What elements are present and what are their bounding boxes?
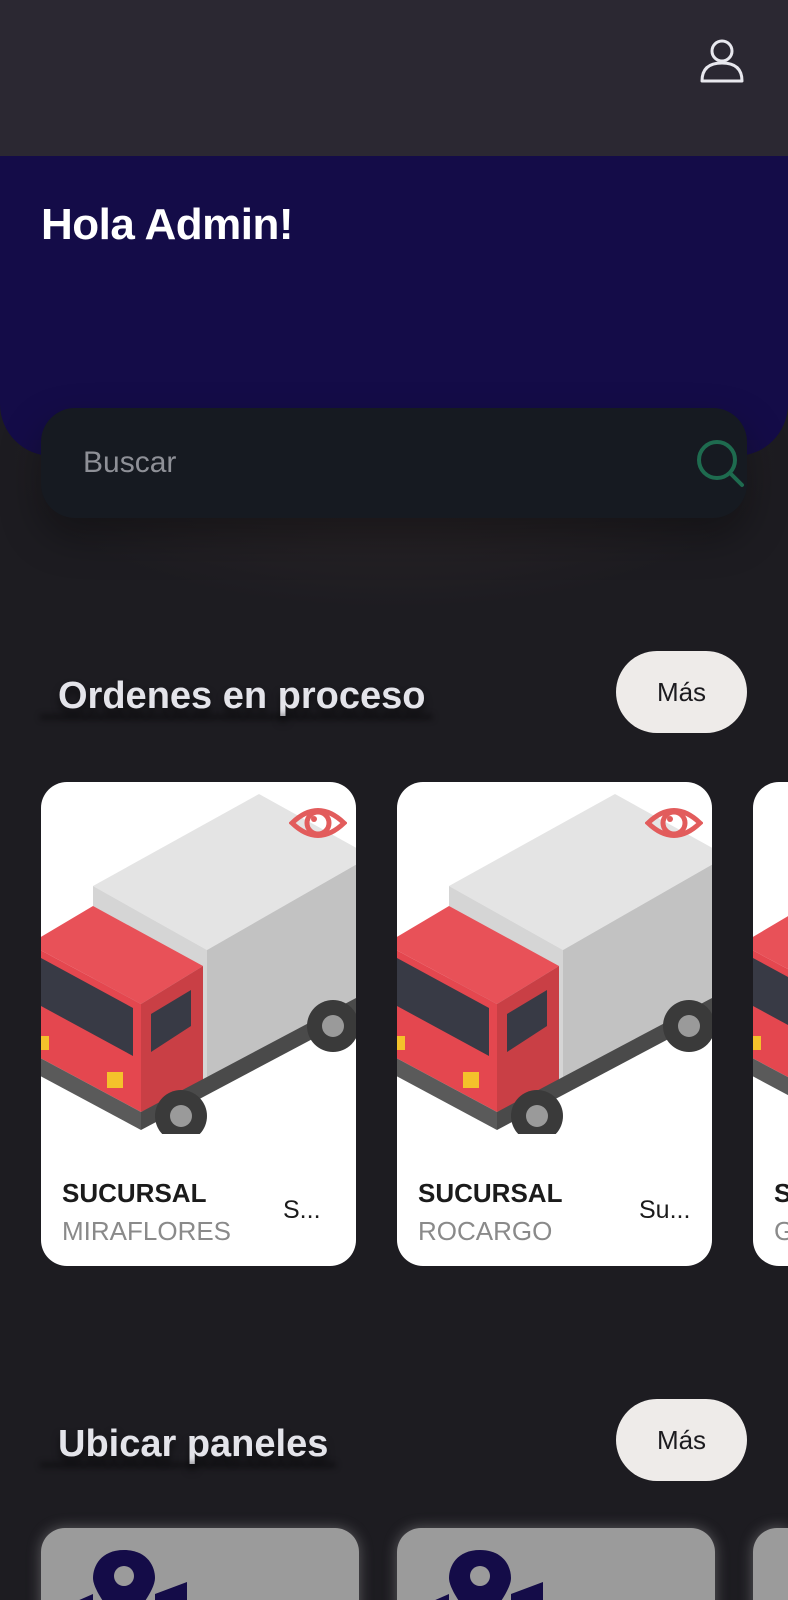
truck-illustration — [753, 794, 788, 1134]
order-title: SUCURSAL — [62, 1178, 207, 1208]
panel-card[interactable] — [753, 1528, 788, 1600]
order-extra: S... — [283, 1196, 321, 1224]
map-pin-icon — [61, 1548, 187, 1600]
panels-more-button[interactable]: Más — [616, 1399, 747, 1481]
search-icon[interactable] — [695, 438, 747, 490]
map-pin-icon — [417, 1548, 543, 1600]
orders-more-button[interactable]: Más — [616, 651, 747, 733]
search-input[interactable] — [83, 438, 623, 488]
orders-section-title: Ordenes en proceso — [58, 675, 426, 717]
order-card[interactable]: SUCURSAL MIRAFLORES S... — [41, 782, 356, 1266]
eye-icon[interactable] — [289, 800, 347, 846]
panel-card[interactable] — [397, 1528, 715, 1600]
eye-icon[interactable] — [645, 800, 703, 846]
panel-card[interactable] — [41, 1528, 359, 1600]
search-bar — [41, 408, 747, 518]
order-title: SUCURSAL — [418, 1178, 563, 1208]
order-extra: Su... — [639, 1196, 691, 1224]
person-outline-icon — [700, 39, 744, 83]
order-title: S — [774, 1178, 788, 1208]
order-subtitle: MIRAFLORES — [62, 1216, 232, 1246]
order-subtitle: ROCARGO — [418, 1216, 553, 1246]
top-app-bar — [0, 0, 788, 156]
order-card[interactable]: S G — [753, 782, 788, 1266]
panels-section-title: Ubicar paneles — [58, 1423, 329, 1465]
profile-button[interactable] — [694, 32, 750, 88]
order-card[interactable]: SUCURSAL ROCARGO Su... — [397, 782, 712, 1266]
order-subtitle: G — [774, 1216, 788, 1246]
greeting-title: Hola Admin! — [41, 200, 293, 249]
